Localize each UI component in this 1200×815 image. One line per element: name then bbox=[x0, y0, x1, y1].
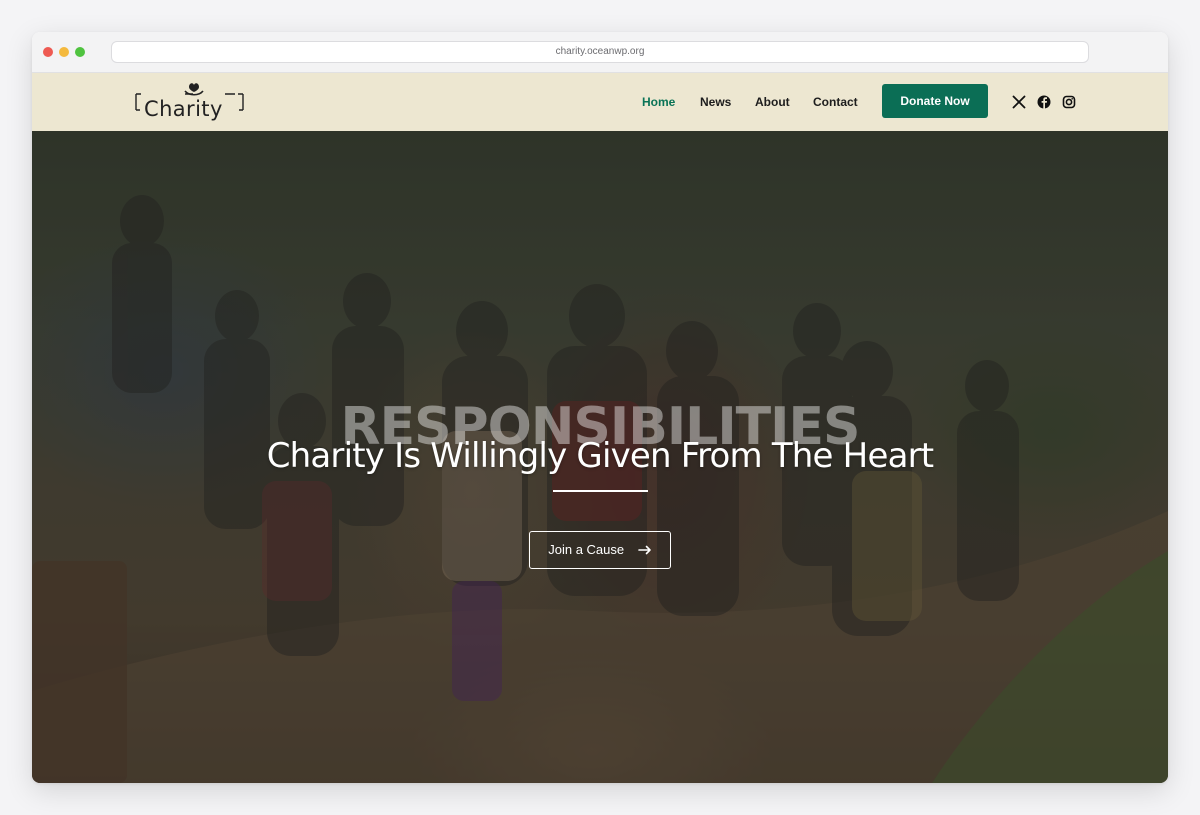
nav-home[interactable]: Home bbox=[642, 73, 675, 131]
nav-about[interactable]: About bbox=[755, 73, 790, 131]
arrow-right-icon bbox=[637, 545, 651, 555]
logo-wordmark: Charity bbox=[144, 97, 223, 121]
join-a-cause-button[interactable]: Join a Cause bbox=[529, 531, 671, 569]
zoom-window-button[interactable] bbox=[75, 47, 85, 57]
address-bar[interactable]: charity.oceanwp.org bbox=[111, 41, 1089, 63]
nav-contact[interactable]: Contact bbox=[813, 73, 858, 131]
site-logo[interactable]: Charity bbox=[135, 80, 245, 126]
hero-section: RESPONSIBILITIES Charity Is Willingly Gi… bbox=[32, 131, 1168, 783]
site-header: Charity Home News About Contact Donate N… bbox=[32, 73, 1168, 131]
hero-divider bbox=[553, 490, 648, 492]
hero-title: Charity Is Willingly Given From The Hear… bbox=[266, 436, 934, 476]
x-icon[interactable] bbox=[1011, 94, 1027, 110]
close-window-button[interactable] bbox=[43, 47, 53, 57]
instagram-icon[interactable] bbox=[1061, 94, 1077, 110]
browser-chrome: charity.oceanwp.org bbox=[32, 32, 1168, 73]
join-a-cause-label: Join a Cause bbox=[548, 542, 625, 557]
browser-window: charity.oceanwp.org Charity Home News Ab… bbox=[32, 32, 1168, 783]
facebook-icon[interactable] bbox=[1036, 94, 1052, 110]
minimize-window-button[interactable] bbox=[59, 47, 69, 57]
donate-now-button[interactable]: Donate Now bbox=[882, 84, 988, 118]
nav-news[interactable]: News bbox=[700, 73, 731, 131]
